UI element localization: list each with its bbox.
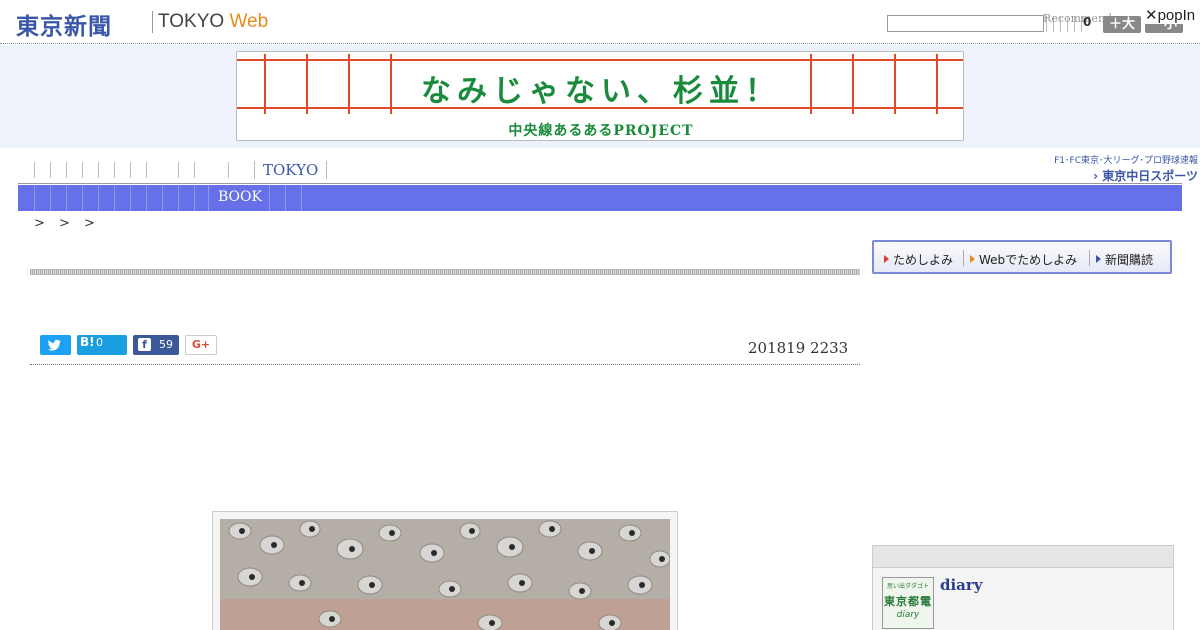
category-item[interactable] bbox=[269, 185, 270, 211]
promo-web-trial-link[interactable]: Webでためしよみ bbox=[970, 251, 1077, 268]
sidebar-panel: 思い出ダダゴト 東京都電 diary diary bbox=[872, 545, 1174, 630]
arrow-right-icon bbox=[970, 255, 975, 263]
category-item[interactable] bbox=[130, 185, 131, 211]
nav-item[interactable] bbox=[98, 162, 99, 178]
site-header: 東京新聞 TOKYO Web Recommend 0 ＋大 －小 ✕popIn bbox=[0, 0, 1200, 44]
top-nav: TOKYO F1･FC東京･大リーグ･プロ野球速報 › 東京中日スポーツ bbox=[18, 150, 1198, 184]
nav-item[interactable] bbox=[66, 162, 67, 178]
nav-item[interactable] bbox=[228, 162, 229, 178]
category-item[interactable] bbox=[146, 185, 147, 211]
diary-thumbnail[interactable]: 思い出ダダゴト 東京都電 diary bbox=[882, 577, 934, 629]
popin-close-button[interactable]: ✕popIn bbox=[1143, 6, 1198, 24]
subscription-promo-box: ためしよみ Webでためしよみ 新聞購読 bbox=[872, 240, 1172, 274]
banner-area: なみじゃない、杉並！ 中央線あるあるPROJECT bbox=[0, 45, 1200, 148]
search-input[interactable] bbox=[887, 15, 1044, 32]
recommend-count: 0 bbox=[1083, 15, 1092, 29]
arrow-right-icon: › bbox=[1093, 169, 1103, 183]
nav-item[interactable] bbox=[114, 162, 115, 178]
category-item[interactable] bbox=[66, 185, 67, 211]
banner-title: なみじゃない、杉並！ bbox=[421, 74, 781, 109]
date-divider bbox=[30, 364, 860, 365]
category-item[interactable] bbox=[162, 185, 163, 211]
category-item[interactable] bbox=[34, 185, 35, 211]
category-item[interactable] bbox=[82, 185, 83, 211]
article-date: 201819 2233 bbox=[748, 339, 849, 357]
facebook-count: 59 bbox=[159, 338, 173, 351]
font-size-up-button[interactable]: ＋大 bbox=[1103, 16, 1141, 33]
recommend-label: Recommend bbox=[1043, 12, 1113, 25]
category-item-book[interactable]: BOOK bbox=[218, 189, 262, 205]
facebook-icon: f bbox=[138, 338, 151, 351]
chunichi-logo: › 東京中日スポーツ bbox=[1028, 167, 1198, 184]
logo-web-text: Web bbox=[229, 11, 269, 32]
diary-thumb-caption: 思い出ダダゴト bbox=[886, 583, 929, 590]
diary-thumb-en: diary bbox=[896, 610, 920, 620]
promo-divider bbox=[963, 250, 964, 266]
frog-eggs-image bbox=[220, 519, 670, 630]
category-item[interactable] bbox=[194, 185, 195, 211]
nav-item[interactable] bbox=[130, 162, 131, 178]
promo-label: 新聞購読 bbox=[1105, 253, 1154, 267]
nav-item-tokyo[interactable]: TOKYO bbox=[254, 161, 328, 179]
twitter-share-button[interactable] bbox=[40, 335, 71, 355]
twitter-icon bbox=[47, 339, 62, 351]
site-logo[interactable]: 東京新聞 bbox=[16, 7, 112, 41]
facebook-share-button[interactable]: f 59 bbox=[133, 335, 179, 355]
promo-divider bbox=[1089, 250, 1090, 266]
nav-item[interactable] bbox=[146, 162, 147, 178]
page: 東京新聞 TOKYO Web Recommend 0 ＋大 －小 ✕popIn bbox=[0, 0, 1200, 630]
nav-item[interactable] bbox=[178, 162, 179, 178]
promo-subscribe-link[interactable]: 新聞購読 bbox=[1096, 251, 1153, 268]
hatena-bookmark-button[interactable]: B! 0 bbox=[77, 335, 127, 355]
diary-thumb-title: 東京都電 bbox=[884, 595, 932, 608]
nav-item[interactable] bbox=[50, 162, 51, 178]
ad-banner[interactable]: なみじゃない、杉並！ 中央線あるあるPROJECT bbox=[236, 51, 964, 141]
chunichi-tagline: F1･FC東京･大リーグ･プロ野球速報 bbox=[1054, 156, 1198, 166]
title-divider bbox=[30, 269, 860, 275]
category-item[interactable] bbox=[178, 185, 179, 211]
article-photo-frame bbox=[212, 511, 678, 630]
category-item[interactable] bbox=[208, 185, 209, 211]
logo-divider bbox=[152, 11, 153, 33]
nav-item[interactable] bbox=[34, 162, 35, 178]
category-item[interactable] bbox=[114, 185, 115, 211]
popin-label: popIn bbox=[1157, 7, 1196, 24]
chunichi-logo-text: 東京中日スポーツ bbox=[1102, 169, 1198, 183]
promo-label: ためしよみ bbox=[893, 253, 954, 267]
hatena-count: 0 bbox=[96, 336, 103, 349]
hatena-icon: B! bbox=[80, 335, 95, 349]
arrow-right-icon bbox=[884, 255, 889, 263]
logo-tokyo-text: TOKYO bbox=[158, 11, 225, 32]
chunichi-sports-link[interactable]: F1･FC東京･大リーグ･プロ野球速報 › 東京中日スポーツ bbox=[1028, 153, 1198, 183]
nav-item[interactable] bbox=[194, 162, 195, 178]
category-bar: BOOK bbox=[18, 185, 1182, 211]
diary-link[interactable]: diary bbox=[940, 576, 983, 594]
category-item[interactable] bbox=[285, 185, 286, 211]
close-icon: ✕ bbox=[1145, 7, 1158, 24]
google-plus-button[interactable]: G+ bbox=[185, 335, 217, 355]
category-item[interactable] bbox=[50, 185, 51, 211]
sidebar-panel-header bbox=[873, 546, 1173, 568]
promo-label: Webでためしよみ bbox=[979, 253, 1078, 267]
breadcrumb[interactable]: > > > bbox=[34, 216, 100, 231]
banner-subtitle: 中央線あるあるPROJECT bbox=[508, 123, 694, 139]
arrow-right-icon bbox=[1096, 255, 1101, 263]
category-item[interactable] bbox=[98, 185, 99, 211]
promo-trial-read-link[interactable]: ためしよみ bbox=[884, 251, 953, 268]
category-item[interactable] bbox=[301, 185, 302, 211]
nav-item[interactable] bbox=[82, 162, 83, 178]
tokyo-web-logo[interactable]: TOKYO Web bbox=[158, 11, 268, 33]
article-photo[interactable] bbox=[220, 519, 670, 630]
